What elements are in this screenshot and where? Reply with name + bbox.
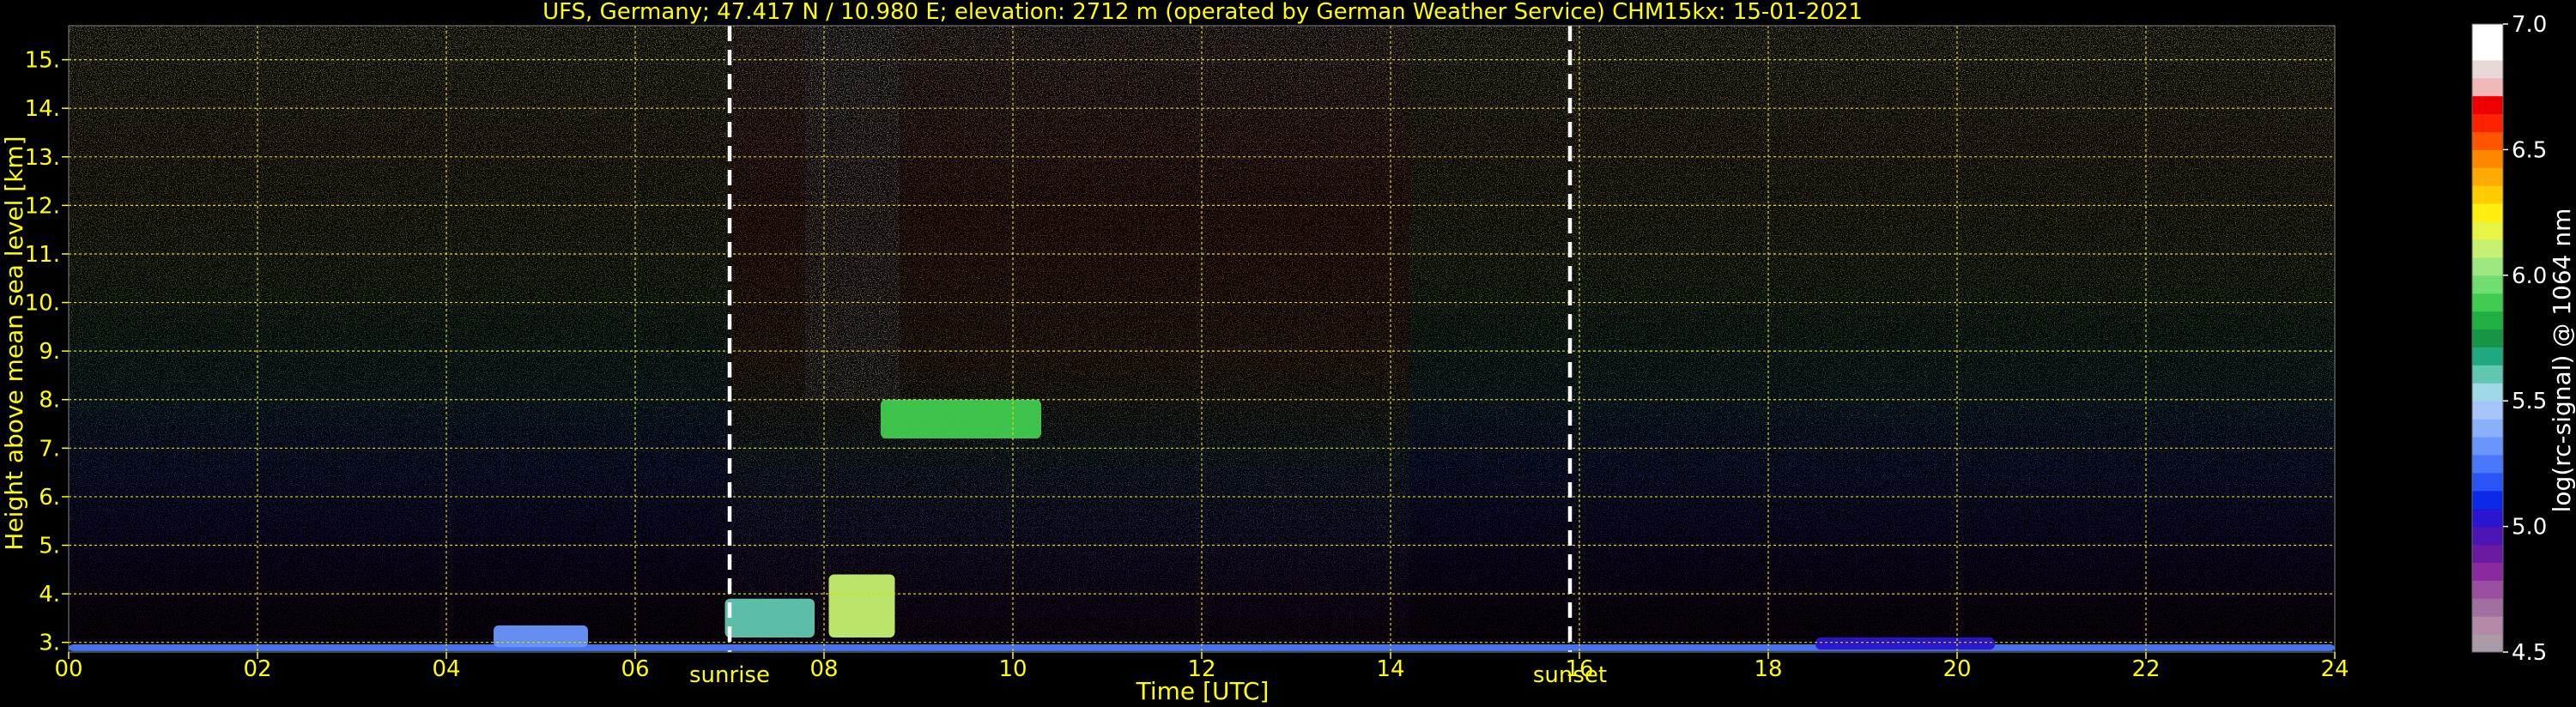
colorbar-segment: [2472, 77, 2503, 97]
colorbar-segment: [2472, 401, 2503, 420]
colorbar-segment: [2472, 311, 2503, 330]
colorbar-tick-label: 6.5: [2512, 137, 2547, 163]
feature-low-cloud: [724, 598, 815, 638]
colorbar-segment: [2472, 383, 2503, 402]
y-tick-label: 6.: [39, 485, 60, 511]
y-tick-label: 15.: [25, 48, 60, 74]
y-tick-label: 9.: [39, 339, 60, 365]
feature-low-cloud: [828, 574, 895, 638]
colorbar-segment: [2472, 293, 2503, 312]
colorbar-segment: [2472, 616, 2503, 635]
colorbar-segment: [2472, 185, 2503, 204]
y-tick-label: 13.: [25, 145, 60, 171]
colorbar-segment: [2472, 419, 2503, 438]
colorbar-segment: [2472, 347, 2503, 366]
feature-aerosol-patch: [494, 625, 588, 648]
x-tick-label: 24: [2320, 656, 2349, 682]
colorbar-segment: [2472, 454, 2503, 474]
colorbar-tick-label: 4.5: [2512, 640, 2547, 666]
colorbar-segment: [2472, 239, 2503, 258]
colorbar-segment: [2472, 562, 2503, 581]
colorbar-segment: [2472, 257, 2503, 276]
y-tick-label: 11.: [25, 242, 60, 268]
y-axis-label: Height above mean sea level [km]: [0, 136, 28, 550]
colorbar-label: log(rc-signal) @ 1064 nm: [2548, 208, 2576, 513]
colorbar-segment: [2472, 598, 2503, 617]
sunrise-label: sunrise: [689, 662, 770, 688]
colorbar-segment: [2472, 365, 2503, 384]
colorbar-segment: [2472, 329, 2503, 347]
x-tick-label: 04: [432, 656, 460, 682]
colorbar-segment: [2472, 113, 2503, 132]
colorbar-segment: [2472, 41, 2503, 61]
x-tick-label: 00: [54, 656, 82, 682]
y-tick-label: 12.: [25, 193, 60, 219]
x-axis-label: Time [UTC]: [1136, 677, 1270, 705]
y-axis-ticks: 3. 4. 5. 6. 7. 8. 9. 10. 11. 12. 13. 14. 15.: [25, 48, 69, 656]
colorbar-segment: [2472, 24, 2503, 43]
colorbar-segment: [2472, 508, 2503, 528]
x-tick-label: 02: [243, 656, 271, 682]
colorbar-ticks: 4.5 5.0 5.5 6.0 6.5 7.0: [2503, 12, 2547, 666]
y-tick-label: 14.: [25, 96, 60, 122]
feature-surface-layer-evening-: [1815, 638, 1995, 650]
x-tick-label: 16: [1565, 656, 1593, 682]
feature-cirrus-layer: [881, 399, 1041, 439]
colorbar-segment: [2472, 472, 2503, 492]
daytime-bright-column: [805, 26, 900, 400]
y-tick-label: 5.: [39, 534, 60, 559]
colorbar-segment: [2472, 437, 2503, 456]
x-tick-label: 20: [1943, 656, 1971, 682]
x-tick-label: 18: [1754, 656, 1782, 682]
colorbar-segment: [2472, 149, 2503, 168]
x-tick-label: 06: [621, 656, 649, 682]
x-tick-label: 22: [2131, 656, 2160, 682]
y-tick-label: 3.: [39, 631, 60, 656]
y-tick-label: 7.: [39, 436, 60, 462]
colorbar-segment: [2472, 59, 2503, 79]
colorbar-tick-label: 7.0: [2512, 12, 2547, 38]
colorbar-segment: [2472, 167, 2503, 186]
lidar-chart: sunrise sunset 00 02 04 06 08 10 12 14 16 18 20 22 24…: [0, 0, 2576, 705]
colorbar-segment: [2472, 580, 2503, 599]
colorbar-segment: [2472, 95, 2503, 115]
y-tick-label: 10.: [25, 291, 60, 317]
x-tick-label: 14: [1376, 656, 1404, 682]
x-tick-label: 08: [809, 656, 838, 682]
x-tick-label: 10: [998, 656, 1027, 682]
y-tick-label: 4.: [39, 582, 60, 607]
colorbar-segment: [2472, 131, 2503, 150]
colorbar-segment: [2472, 544, 2503, 563]
colorbar-tick-label: 5.5: [2512, 389, 2547, 414]
colorbar: [2471, 23, 2504, 653]
colorbar-segment: [2472, 203, 2503, 222]
colorbar-segment: [2472, 275, 2503, 294]
colorbar-segment: [2472, 526, 2503, 546]
colorbar-segment: [2472, 634, 2503, 653]
colorbar-tick-label: 6.0: [2512, 263, 2547, 289]
y-tick-label: 8.: [39, 388, 60, 414]
colorbar-segment: [2472, 490, 2503, 510]
chart-title: UFS, Germany; 47.417 N / 10.980 E; eleva…: [542, 0, 1863, 25]
colorbar-tick-label: 5.0: [2512, 515, 2547, 541]
colorbar-segment: [2472, 221, 2503, 240]
